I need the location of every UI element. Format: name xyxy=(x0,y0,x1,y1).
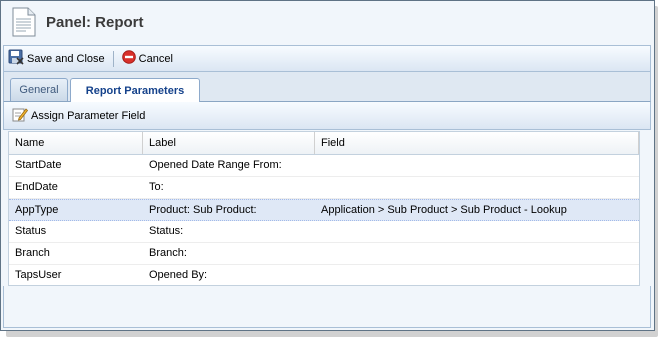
toolbar-separator xyxy=(112,50,114,67)
document-icon xyxy=(12,7,36,37)
assign-parameter-field-label: Assign Parameter Field xyxy=(31,109,146,122)
cell-name: EndDate xyxy=(15,181,58,193)
parameters-grid: Name Label Field StartDate Opened Date R… xyxy=(8,131,640,287)
panel-footer xyxy=(3,286,651,328)
column-header-label[interactable]: Label xyxy=(143,132,315,154)
page-title: Panel: Report xyxy=(46,14,144,31)
cell-label: Branch: xyxy=(149,247,187,259)
column-header-name[interactable]: Name xyxy=(9,132,143,154)
cell-field: Application > Sub Product > Sub Product … xyxy=(321,204,567,216)
table-row-selected[interactable]: AppType Product: Sub Product: Applicatio… xyxy=(9,199,639,221)
table-row[interactable]: TapsUser Opened By: xyxy=(9,265,639,287)
cell-name: Branch xyxy=(15,247,50,259)
cell-name: AppType xyxy=(15,204,59,216)
cell-field xyxy=(315,177,639,198)
edit-pencil-icon xyxy=(12,106,29,125)
cell-field xyxy=(315,221,639,242)
cancel-icon xyxy=(121,50,136,67)
table-row[interactable]: StartDate Opened Date Range From: xyxy=(9,155,639,177)
table-row[interactable]: EndDate To: xyxy=(9,177,639,199)
column-header-field[interactable]: Field xyxy=(315,132,639,154)
save-and-close-button[interactable]: Save and Close xyxy=(4,48,109,70)
save-close-icon xyxy=(8,49,24,68)
cell-field xyxy=(315,155,639,176)
cell-label: Opened Date Range From: xyxy=(149,159,282,171)
table-row[interactable]: Branch Branch: xyxy=(9,243,639,265)
cell-field xyxy=(315,243,639,264)
cancel-label: Cancel xyxy=(138,52,173,65)
grid-header: Name Label Field xyxy=(9,132,639,155)
cell-label: To: xyxy=(149,181,164,193)
title-bar: Panel: Report xyxy=(1,1,654,45)
parameters-toolbar: Assign Parameter Field xyxy=(3,102,651,130)
main-toolbar: Save and Close Cancel xyxy=(3,45,651,72)
assign-parameter-field-button[interactable]: Assign Parameter Field xyxy=(12,105,145,127)
panel-window: Panel: Report Save and Close Cancel Gene… xyxy=(0,0,655,331)
cell-label: Product: Sub Product: xyxy=(149,204,257,216)
cell-name: Status xyxy=(15,225,47,237)
cell-label: Opened By: xyxy=(149,269,208,281)
tab-report-parameters[interactable]: Report Parameters xyxy=(70,78,200,102)
tab-general[interactable]: General xyxy=(10,78,68,101)
cell-name: TapsUser xyxy=(15,269,62,281)
cell-label: Status: xyxy=(149,225,184,237)
cell-name: StartDate xyxy=(15,159,62,171)
cell-field xyxy=(315,265,639,286)
save-and-close-label: Save and Close xyxy=(27,52,105,65)
cancel-button[interactable]: Cancel xyxy=(118,48,177,70)
tab-strip: General Report Parameters xyxy=(3,72,651,102)
table-row[interactable]: Status Status: xyxy=(9,221,639,243)
